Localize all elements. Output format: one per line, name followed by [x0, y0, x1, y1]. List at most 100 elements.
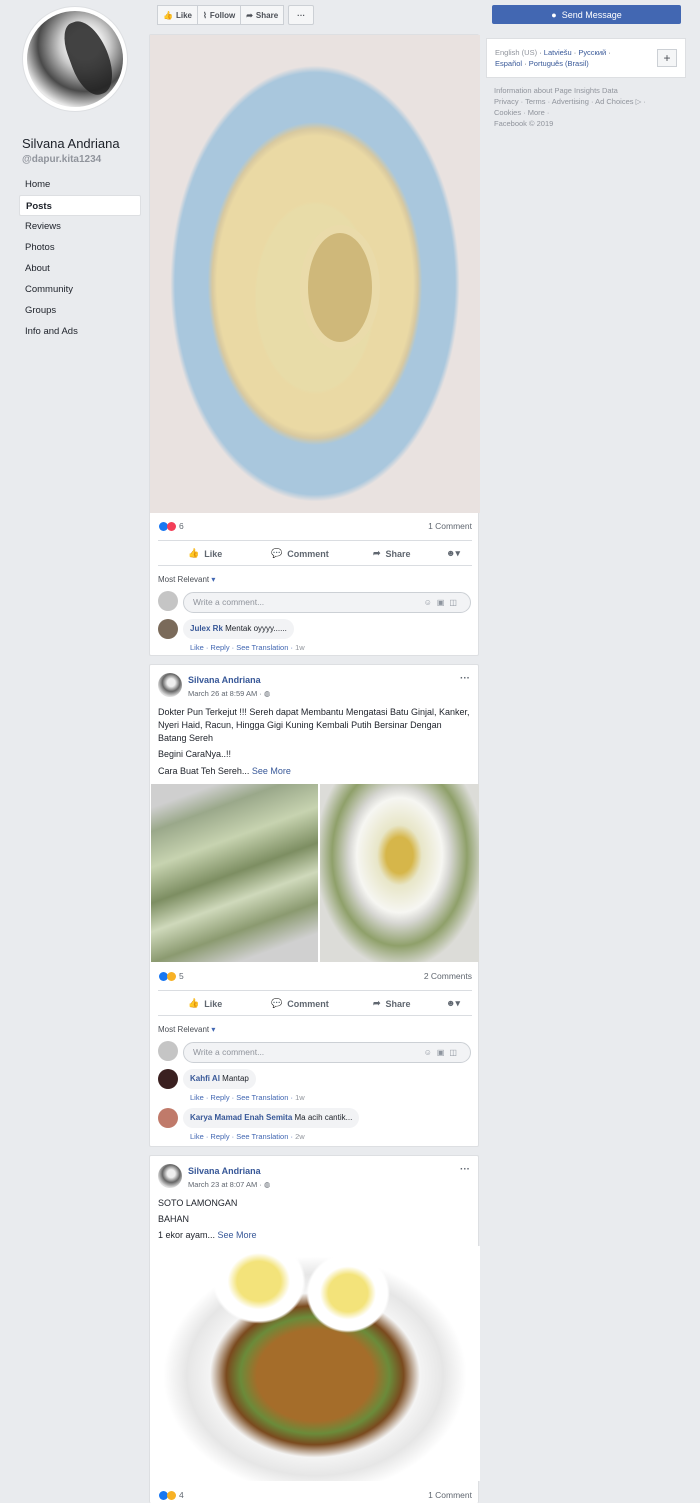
comment-count[interactable]: 2 Comments — [424, 971, 472, 981]
reaction-picker-icon[interactable]: ☻▾ — [446, 998, 460, 1009]
reaction-summary[interactable]: 6 — [159, 521, 184, 531]
comment-button[interactable]: 💬 Comment — [271, 548, 329, 559]
post-text: BAHAN — [158, 1214, 190, 1224]
share-button[interactable]: ➦ Share — [373, 998, 411, 1009]
globe-icon: ◍ — [263, 1180, 271, 1189]
avatar — [158, 1041, 178, 1061]
current-language: English (US) — [495, 48, 538, 57]
page-title[interactable]: Silvana Andriana — [22, 136, 120, 151]
post-photo[interactable] — [320, 784, 479, 962]
language-link[interactable]: Português (Brasil) — [529, 59, 589, 68]
profile-picture[interactable] — [22, 6, 128, 112]
post-text: 1 ekor ayam... See More — [158, 1230, 257, 1240]
emoji-photo-sticker-icons[interactable]: ☺▣◫ — [424, 1043, 462, 1062]
language-link[interactable]: Русский — [578, 48, 606, 57]
comment-composer: Write a comment... ☺▣◫ — [158, 591, 472, 613]
post-card: Silvana Andriana March 23 at 8:07 AM · ◍… — [149, 1155, 480, 1503]
comment-input[interactable]: Write a comment... ☺▣◫ — [183, 1042, 471, 1063]
post-card: Silvana Andriana March 26 at 8:59 AM · ◍… — [149, 664, 479, 1147]
copyright: Facebook © 2019 — [494, 119, 554, 128]
post-options-button[interactable]: ··· — [460, 673, 470, 684]
send-message-button[interactable]: ● Send Message — [492, 5, 681, 24]
avatar[interactable] — [158, 1069, 178, 1089]
reaction-summary[interactable]: 5 — [159, 971, 184, 981]
nav-item-community[interactable]: Community — [19, 279, 141, 300]
language-selector: English (US) · Latviešu · Русский · Espa… — [486, 38, 686, 78]
emoji-photo-sticker-icons[interactable]: ☺▣◫ — [424, 593, 462, 612]
speech-bubble-icon: 💬 — [271, 998, 283, 1008]
nav-item-groups[interactable]: Groups — [19, 300, 141, 321]
like-button[interactable]: 👍 Like — [188, 998, 222, 1009]
nav-item-info-and-ads[interactable]: Info and Ads — [19, 321, 141, 342]
page-action-bar: 👍 Like ⌇ Follow ➦ Share ··· — [157, 5, 315, 25]
wow-reaction-icon — [167, 971, 176, 981]
post-text: SOTO LAMONGAN — [158, 1198, 238, 1208]
more-options-button[interactable]: ··· — [288, 5, 315, 25]
footer-links: Information about Page Insights Data Pri… — [494, 85, 694, 129]
add-language-button[interactable]: + — [657, 49, 677, 67]
page-handle[interactable]: @dapur.kita1234 — [22, 154, 101, 165]
like-page-button[interactable]: 👍 Like — [157, 5, 198, 25]
post-stats: 4 1 Comment — [150, 1485, 480, 1503]
avatar[interactable] — [158, 673, 182, 697]
nav-item-reviews[interactable]: Reviews — [19, 216, 141, 237]
share-arrow-icon: ➦ — [373, 998, 381, 1008]
avatar[interactable] — [158, 1108, 178, 1128]
messenger-icon: ● — [551, 9, 557, 20]
comment-meta: Like · Reply · See Translation · 2w — [190, 1132, 305, 1141]
page-insights-link[interactable]: Information about Page Insights Data — [494, 85, 694, 96]
language-link[interactable]: Latviešu — [544, 48, 572, 57]
comment: Julex Rk Mentak oyyyy...... Like · Reply… — [158, 619, 472, 655]
reaction-picker-icon[interactable]: ☻▾ — [446, 548, 460, 559]
comment-count[interactable]: 1 Comment — [428, 1490, 472, 1500]
post-actions: 👍 Like 💬 Comment ➦ Share ☻▾ — [158, 540, 472, 566]
post-options-button[interactable]: ··· — [460, 1164, 470, 1175]
comment-meta: Like · Reply · See Translation · 1w — [190, 1093, 305, 1102]
post-photo[interactable] — [150, 35, 480, 513]
comment-sort[interactable]: Most Relevant ▾ — [158, 575, 215, 584]
share-arrow-icon: ➦ — [373, 548, 381, 558]
thumbs-up-icon: 👍 — [188, 548, 200, 558]
post-actions: 👍 Like 💬 Comment ➦ Share ☻▾ — [158, 990, 472, 1016]
post-text: Cara Buat Teh Sereh... See More — [158, 766, 291, 776]
post-timestamp[interactable]: March 26 at 8:59 AM · ◍ — [188, 689, 270, 698]
share-page-button[interactable]: ➦ Share — [240, 5, 285, 25]
cookies-links[interactable]: Cookies · More · — [494, 107, 694, 118]
speech-bubble-icon: 💬 — [271, 548, 283, 558]
post-stats: 6 1 Comment — [150, 516, 480, 536]
post-header: Silvana Andriana March 23 at 8:07 AM · ◍… — [158, 1164, 472, 1192]
comment-button[interactable]: 💬 Comment — [271, 998, 329, 1009]
comment-input[interactable]: Write a comment... ☺▣◫ — [183, 592, 471, 613]
nav-item-photos[interactable]: Photos — [19, 237, 141, 258]
nav-item-about[interactable]: About — [19, 258, 141, 279]
thumbs-up-icon: 👍 — [188, 998, 200, 1008]
avatar[interactable] — [158, 619, 178, 639]
post-photo[interactable] — [151, 784, 318, 962]
nav-item-posts[interactable]: Posts — [19, 195, 141, 216]
nav-item-home[interactable]: Home — [19, 174, 141, 195]
comment-bubble: Julex Rk Mentak oyyyy...... — [183, 619, 294, 639]
thumbs-up-icon: 👍 — [163, 10, 173, 20]
comment-bubble: Kahfi Al Mantap — [183, 1069, 256, 1089]
reaction-summary[interactable]: 4 — [159, 1490, 184, 1500]
comment: Karya Mamad Enah Semita Ma acih cantik..… — [158, 1108, 472, 1144]
see-more-link[interactable]: See More — [252, 766, 291, 776]
legal-links[interactable]: Privacy · Terms · Advertising · Ad Choic… — [494, 96, 694, 107]
comment-sort[interactable]: Most Relevant ▾ — [158, 1025, 215, 1034]
comment-meta: Like · Reply · See Translation · 1w — [190, 643, 305, 652]
post-photo[interactable] — [150, 1246, 480, 1481]
share-button[interactable]: ➦ Share — [373, 548, 411, 559]
like-button[interactable]: 👍 Like — [188, 548, 222, 559]
wow-reaction-icon — [167, 1490, 176, 1500]
post-author[interactable]: Silvana Andriana — [188, 1166, 261, 1176]
language-link[interactable]: Español — [495, 59, 522, 68]
post-author[interactable]: Silvana Andriana — [188, 675, 261, 685]
post-timestamp[interactable]: March 23 at 8:07 AM · ◍ — [188, 1180, 270, 1189]
chevron-down-icon: ▾ — [211, 1025, 216, 1034]
comment-count[interactable]: 1 Comment — [428, 521, 472, 531]
see-more-link[interactable]: See More — [218, 1230, 257, 1240]
comment: Kahfi Al Mantap Like · Reply · See Trans… — [158, 1069, 472, 1105]
avatar[interactable] — [158, 1164, 182, 1188]
follow-page-button[interactable]: ⌇ Follow — [196, 5, 242, 25]
post-card: 6 1 Comment 👍 Like 💬 Comment ➦ Share ☻▾ Mos… — [149, 34, 480, 656]
